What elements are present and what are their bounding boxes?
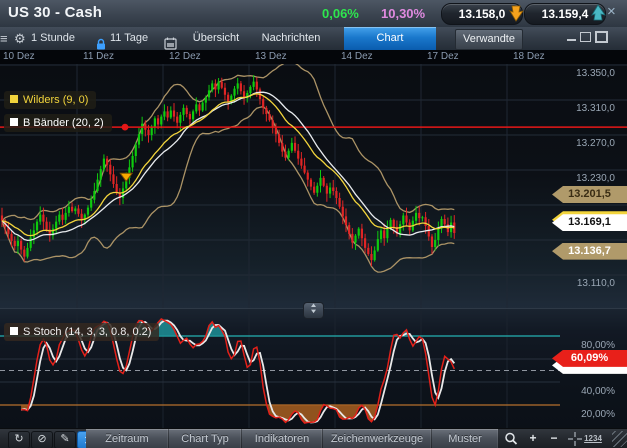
pencil-icon[interactable]: ✎ xyxy=(54,431,76,448)
interval-selector[interactable]: 1 Stunde xyxy=(31,27,75,50)
bottom-toolbar: ↻ ⊘ ✎ ▲ ▼ Zeitraum Chart Typ Indikatoren… xyxy=(0,428,627,448)
related-button[interactable]: Verwandte xyxy=(455,29,523,50)
menu-chart-typ[interactable]: Chart Typ xyxy=(169,429,242,448)
price-axis-label: 13.230,0 xyxy=(545,173,621,184)
window-controls xyxy=(563,26,608,49)
close-icon[interactable]: × xyxy=(607,3,616,20)
zoom-in-icon[interactable]: + xyxy=(524,431,542,447)
price-axis-label: 13.350,0 xyxy=(545,68,621,79)
instrument-header: US 30 - Cash 0,06% 10,30% 13.158,0 13.15… xyxy=(0,0,627,28)
stoch-swatch-icon xyxy=(10,327,18,335)
zoom-out-icon[interactable]: − xyxy=(545,431,563,447)
values-1234-icon[interactable]: 1234 xyxy=(584,431,602,447)
date-label: 17 Dez xyxy=(427,51,459,62)
panel-list-icon[interactable]: ≡ xyxy=(0,27,8,50)
crosshair-icon[interactable] xyxy=(566,431,584,447)
menu-muster[interactable]: Muster xyxy=(432,429,498,448)
zoom-icon[interactable] xyxy=(502,431,520,447)
change-percent: 0,06% xyxy=(322,6,359,21)
date-label: 18 Dez xyxy=(513,51,545,62)
price-up-arrow-icon xyxy=(590,3,606,23)
range-percent: 10,30% xyxy=(381,6,425,21)
bbands-swatch-icon xyxy=(10,118,18,126)
tab-nachrichten[interactable]: Nachrichten xyxy=(251,27,331,50)
date-label: 12 Dez xyxy=(169,51,201,62)
stoch-current-tag: 60,09% xyxy=(552,350,627,367)
gear-icon[interactable]: ⚙ xyxy=(14,27,26,50)
red-line-handle[interactable] xyxy=(122,124,129,131)
stoch-axis-label: 40,00% xyxy=(545,386,621,397)
price-axis-label: 13.110,0 xyxy=(545,278,621,289)
menu-indikatoren[interactable]: Indikatoren xyxy=(242,429,323,448)
restore-icon[interactable] xyxy=(580,32,591,42)
menu-zeitraum[interactable]: Zeitraum xyxy=(86,429,169,448)
date-label: 14 Dez xyxy=(341,51,373,62)
disable-drawing-icon[interactable]: ⊘ xyxy=(31,431,53,448)
refresh-icon[interactable]: ↻ xyxy=(8,431,30,448)
date-axis: 10 Dez 11 Dez 12 Dez 13 Dez 14 Dez 17 Dez 18 D… xyxy=(0,50,627,64)
band-upper-tag: 13.201,5 xyxy=(552,186,627,203)
bollinger-upper-line xyxy=(2,64,454,221)
trading-chart-window: US 30 - Cash 0,06% 10,30% 13.158,0 13.15… xyxy=(0,0,627,448)
price-chart-panel: Wilders (9, 0) B Bänder (20, 2) 13.201,5… xyxy=(0,64,627,308)
tab-uebersicht[interactable]: Übersicht xyxy=(185,27,247,50)
wilders-swatch-icon xyxy=(10,95,18,103)
minimize-icon[interactable] xyxy=(567,33,576,41)
legend-wilders[interactable]: Wilders (9, 0) xyxy=(4,91,96,109)
date-label: 13 Dez xyxy=(255,51,287,62)
stochastic-panel: S Stoch (14, 3, 3, 0.8, 0.2) 60,09% 80,0… xyxy=(0,308,627,429)
tab-chart[interactable]: Chart xyxy=(344,27,436,50)
menu-zeichenwerkzeuge[interactable]: Zeichenwerkzeuge xyxy=(323,429,432,448)
legend-bbands[interactable]: B Bänder (20, 2) xyxy=(4,114,112,132)
price-axis-label: 13.310,0 xyxy=(545,103,621,114)
date-label: 10 Dez xyxy=(3,51,35,62)
span-selector[interactable]: 11 Tage xyxy=(110,27,148,50)
band-lower-tag: 13.136,7 xyxy=(552,243,627,260)
panel-splitter-handle[interactable]: ▲ ▼ xyxy=(303,302,324,319)
legend-stoch[interactable]: S Stoch (14, 3, 3, 0.8, 0.2) xyxy=(4,323,159,341)
stoch-axis-label: 80,00% xyxy=(545,340,621,351)
date-label: 11 Dez xyxy=(83,51,114,62)
buy-price-value: 13.159,4 xyxy=(542,7,589,21)
stoch-axis-label: 20,00% xyxy=(545,409,621,420)
chart-menu-bar: Zeitraum Chart Typ Indikatoren Zeichenwe… xyxy=(86,429,498,448)
maximize-icon[interactable] xyxy=(595,31,608,43)
sell-price-value: 13.158,0 xyxy=(459,7,506,21)
chart-toolbar: ≡ ⚙ 1 Stunde 11 Tage Übersicht Nachricht… xyxy=(0,27,627,51)
instrument-title: US 30 - Cash xyxy=(8,4,102,21)
splitter-down-icon: ▼ xyxy=(300,309,327,315)
resize-grip[interactable] xyxy=(612,431,627,447)
price-axis-label: 13.270,0 xyxy=(545,138,621,149)
band-mid-tag: 13.169,1 xyxy=(552,214,627,231)
price-down-arrow-icon xyxy=(508,3,524,23)
